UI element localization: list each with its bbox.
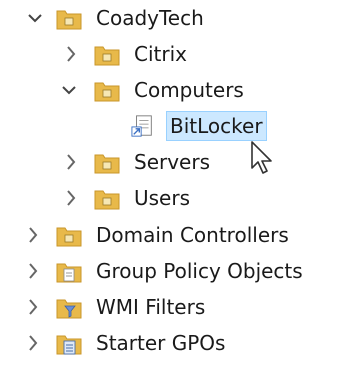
tree-node-wmi-filters[interactable]: WMI Filters [0,291,362,323]
gpo-link-icon [131,115,152,137]
chevron-right-icon[interactable] [24,225,42,245]
tree-node-label: Users [134,186,191,210]
ou-folder-icon [56,10,82,30]
chevron-down-icon[interactable] [60,80,78,100]
chevron-right-icon[interactable] [24,333,42,353]
group-policy-tree: CoadyTech Citrix Computers BitLocker Ser… [0,0,362,366]
tree-node-label: Domain Controllers [96,223,289,247]
tree-node-bitlocker[interactable]: BitLocker [0,110,362,142]
tree-node-label: WMI Filters [96,295,206,319]
tree-node-group-policy-objects[interactable]: Group Policy Objects [0,255,362,287]
chevron-down-icon[interactable] [26,8,44,28]
tree-node-domain-controllers[interactable]: Domain Controllers [0,219,362,251]
ou-folder-icon [94,154,120,174]
tree-node-computers[interactable]: Computers [0,74,362,106]
chevron-right-icon[interactable] [62,152,80,172]
tree-node-label: Computers [134,78,244,102]
gpo-folder-icon [56,263,82,283]
ou-folder-icon [56,227,82,247]
ou-folder-icon [94,82,120,102]
tree-node-label: Group Policy Objects [96,259,303,283]
ou-folder-icon [94,190,120,210]
chevron-right-icon[interactable] [62,188,80,208]
tree-node-label: Servers [134,150,211,174]
chevron-right-icon[interactable] [24,297,42,317]
tree-node-users[interactable]: Users [0,182,362,214]
tree-node-label: BitLocker [166,111,267,141]
tree-node-label: Starter GPOs [96,331,226,355]
ou-folder-icon [94,46,120,66]
starter-gpo-folder-icon [56,335,82,355]
wmi-filter-folder-icon [56,299,82,319]
tree-node-servers[interactable]: Servers [0,146,362,178]
chevron-right-icon[interactable] [62,44,80,64]
tree-node-citrix[interactable]: Citrix [0,38,362,70]
tree-node-label: CoadyTech [96,6,204,30]
tree-node-starter-gpos[interactable]: Starter GPOs [0,327,362,359]
tree-node-coadytech[interactable]: CoadyTech [0,2,362,34]
tree-node-label: Citrix [134,42,187,66]
chevron-right-icon[interactable] [24,261,42,281]
mouse-cursor-icon [251,141,272,174]
